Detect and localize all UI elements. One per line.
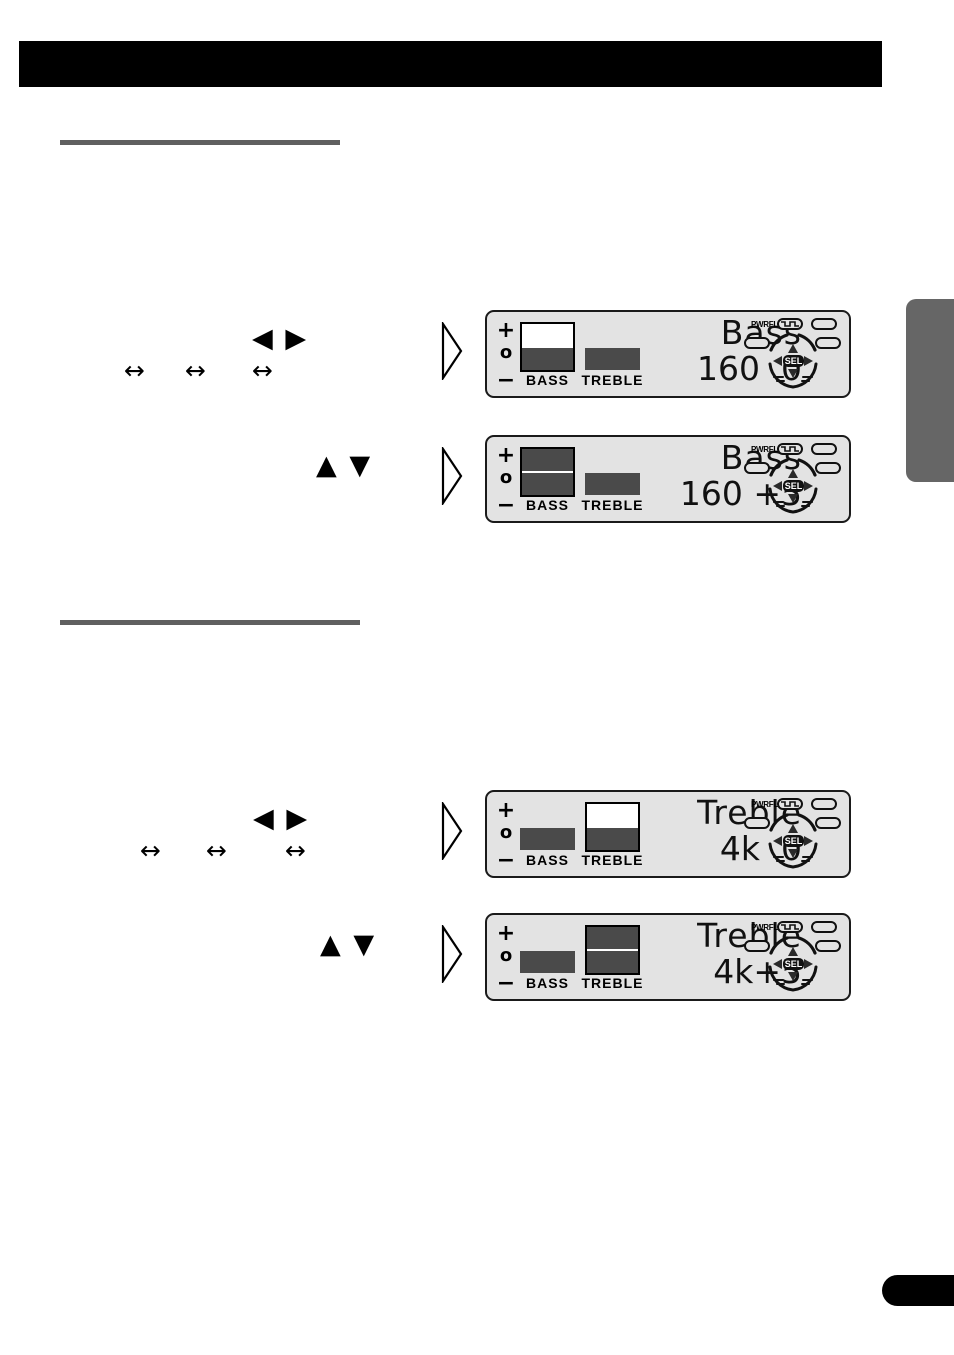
double-arrow-icon-bass-2: ↔ <box>185 356 206 385</box>
sel-directional-pad[interactable]: SEL <box>763 933 823 995</box>
section-rule-bass <box>60 140 340 145</box>
up-down-triangle-icons-treble: ▲ ▼ <box>320 929 377 960</box>
double-arrow-icon-bass-3: ↔ <box>252 356 273 385</box>
chevron-right-icon-1 <box>441 322 463 380</box>
double-arrow-icon-treble-1: ↔ <box>140 836 161 865</box>
sel-directional-pad[interactable]: SEL <box>763 330 823 392</box>
control-cluster: PWRFL SEL <box>741 794 845 876</box>
treble-meter-segment-bottom <box>585 473 640 495</box>
sel-directional-pad[interactable]: SEL <box>763 455 823 517</box>
scale-zero: o <box>499 342 513 363</box>
head-unit-display-panel-treble-1: + o − BASS TREBLE Treble 4k+5 PWRFL SEL <box>485 913 851 1001</box>
chevron-right-icon-2 <box>441 447 463 505</box>
svg-text:SEL: SEL <box>785 481 803 491</box>
treble-meter-label: TREBLE <box>581 497 644 513</box>
top-right-button[interactable] <box>811 921 837 933</box>
bass-meter-label: BASS <box>526 372 569 388</box>
svg-text:SEL: SEL <box>785 836 803 846</box>
loudness-wave-icon[interactable] <box>777 921 803 933</box>
top-right-button[interactable] <box>811 318 837 330</box>
scale-plus: + <box>496 921 516 946</box>
pwrfl-label: PWRFL <box>751 320 778 329</box>
up-down-triangle-icons-bass: ▲ ▼ <box>316 450 373 481</box>
double-arrow-icon-treble-3: ↔ <box>285 836 306 865</box>
scale-minus: − <box>496 848 516 873</box>
pwrfl-label: PWRFL <box>751 445 778 454</box>
bass-meter-label: BASS <box>526 975 569 991</box>
sel-directional-pad[interactable]: SEL <box>763 810 823 872</box>
header-black-band <box>19 41 882 87</box>
control-cluster: PWRFL SEL <box>741 314 845 396</box>
scale-zero: o <box>499 945 513 966</box>
pwrfl-label: PWRFL <box>751 800 778 809</box>
bass-meter-segment-bottom <box>522 473 573 495</box>
bass-meter-segment-bottom <box>520 951 575 973</box>
scale-plus: + <box>496 318 516 343</box>
scale-minus: − <box>496 493 516 518</box>
double-arrow-icon-treble-2: ↔ <box>206 836 227 865</box>
scale-plus: + <box>496 798 516 823</box>
scale-zero: o <box>499 467 513 488</box>
level-scale-markers: + o − <box>496 921 516 996</box>
treble-meter-label: TREBLE <box>581 975 644 991</box>
svg-text:SEL: SEL <box>785 959 803 969</box>
control-cluster: PWRFL SEL <box>741 439 845 521</box>
chevron-right-icon-4 <box>441 925 463 983</box>
loudness-wave-icon[interactable] <box>777 443 803 455</box>
head-unit-display-panel-bass-0: + o − BASS TREBLE Bass 160 0 PWRFL SEL <box>485 310 851 398</box>
level-scale-markers: + o − <box>496 318 516 393</box>
double-arrow-icon-bass-1: ↔ <box>124 356 145 385</box>
treble-meter-segment-bottom <box>587 828 638 850</box>
scale-minus: − <box>496 368 516 393</box>
treble-meter-segment-bottom <box>587 951 638 973</box>
left-right-triangle-icons-bass: ◀ ▶ <box>252 323 309 354</box>
bass-meter-label: BASS <box>526 852 569 868</box>
treble-meter-label: TREBLE <box>581 372 644 388</box>
top-right-button[interactable] <box>811 798 837 810</box>
control-cluster: PWRFL SEL <box>741 917 845 999</box>
scale-minus: − <box>496 971 516 996</box>
page-side-tab <box>906 299 954 482</box>
pwrfl-label: PWRFL <box>751 923 778 932</box>
head-unit-display-panel-bass-1: + o − BASS TREBLE Bass 160 +5 PWRFL SEL <box>485 435 851 523</box>
scale-plus: + <box>496 443 516 468</box>
left-right-triangle-icons-treble: ◀ ▶ <box>253 803 310 834</box>
chevron-right-icon-3 <box>441 802 463 860</box>
loudness-wave-icon[interactable] <box>777 798 803 810</box>
top-right-button[interactable] <box>811 443 837 455</box>
level-scale-markers: + o − <box>496 798 516 873</box>
bass-meter-label: BASS <box>526 497 569 513</box>
scale-zero: o <box>499 822 513 843</box>
bass-meter-segment-bottom <box>520 828 575 850</box>
treble-meter-segment-top <box>587 927 638 949</box>
svg-text:SEL: SEL <box>785 356 803 366</box>
section-rule-treble <box>60 620 360 625</box>
treble-meter-label: TREBLE <box>581 852 644 868</box>
bass-meter-segment-bottom <box>522 348 573 370</box>
bass-meter-segment-top <box>522 449 573 471</box>
loudness-wave-icon[interactable] <box>777 318 803 330</box>
treble-meter-segment-bottom <box>585 348 640 370</box>
level-scale-markers: + o − <box>496 443 516 518</box>
head-unit-display-panel-treble-0: + o − BASS TREBLE Treble 4k 0 PWRFL SEL <box>485 790 851 878</box>
page-corner-tab <box>882 1275 954 1306</box>
